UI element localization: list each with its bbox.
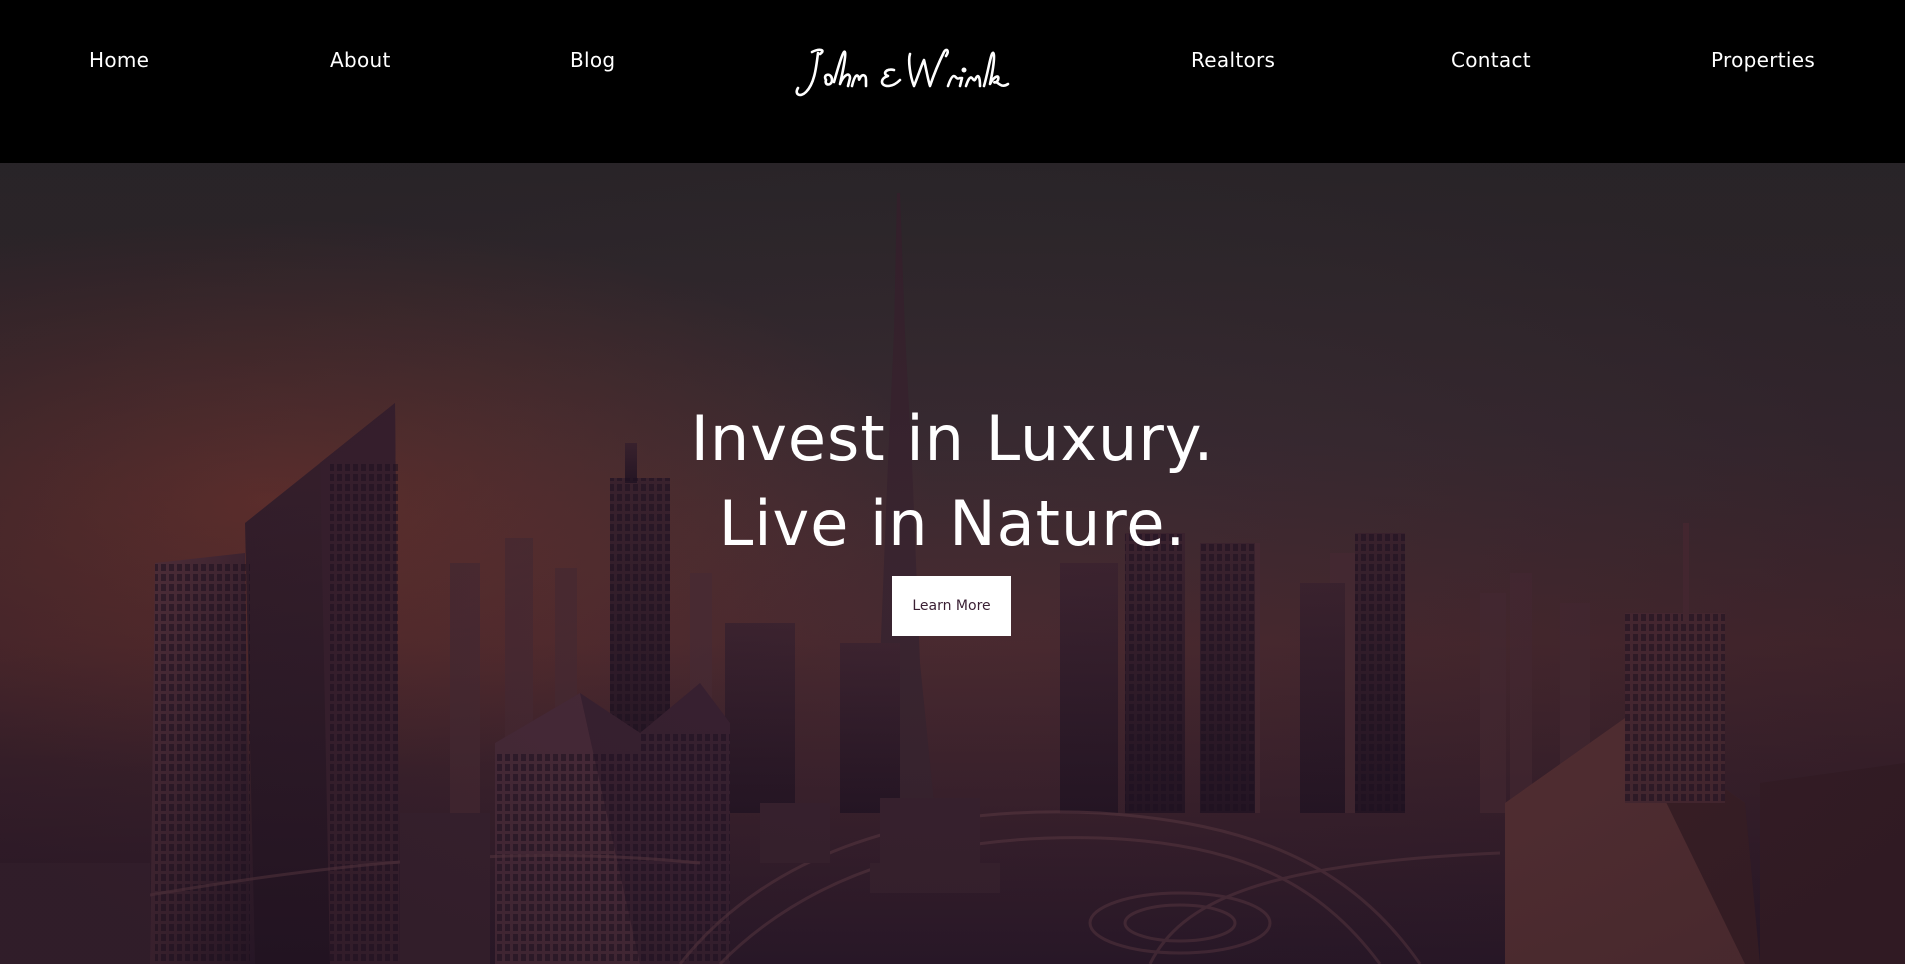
logo[interactable] [790, 40, 1020, 110]
nav-contact[interactable]: Contact [1451, 48, 1531, 72]
nav-properties[interactable]: Properties [1711, 48, 1815, 72]
nav-home[interactable]: Home [89, 48, 149, 72]
logo-script-mark [795, 48, 1010, 97]
hero-headline-line1: Invest in Luxury. [690, 402, 1215, 475]
nav-blog[interactable]: Blog [570, 48, 615, 72]
nav-realtors[interactable]: Realtors [1191, 48, 1275, 72]
hero-section: Invest in Luxury. Live in Nature. Learn … [0, 163, 1905, 964]
site-header: Home About Blog Realtors Contact Propert… [0, 0, 1905, 163]
nav-about[interactable]: About [330, 48, 391, 72]
learn-more-button[interactable]: Learn More [892, 576, 1011, 636]
hero-headline-line2: Live in Nature. [718, 487, 1187, 560]
hero-overlay [0, 163, 1905, 964]
